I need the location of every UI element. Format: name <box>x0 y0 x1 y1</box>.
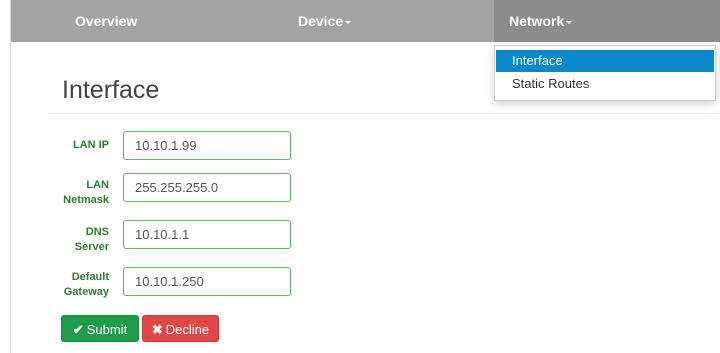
lan-netmask-label: LAN Netmask <box>45 178 109 208</box>
caret-down-icon <box>566 20 573 24</box>
submit-button[interactable]: ✔ Submit <box>61 315 139 342</box>
decline-button[interactable]: ✖ Decline <box>142 315 219 342</box>
page-title: Interface <box>62 76 160 104</box>
nav-overview[interactable]: Overview <box>75 0 137 42</box>
nav-device[interactable]: Device <box>298 0 352 42</box>
caret-down-icon <box>345 20 352 24</box>
default-gateway-label: Default Gateway <box>45 270 109 300</box>
dns-server-label-line1: DNS <box>85 226 109 238</box>
lan-netmask-label-line2: Netmask <box>63 194 109 206</box>
dns-server-input[interactable] <box>123 220 291 249</box>
network-dropdown-menu: Interface Static Routes <box>494 45 716 101</box>
lan-netmask-label-line1: LAN <box>86 179 109 191</box>
lan-ip-label: LAN IP <box>45 138 109 153</box>
default-gateway-label-line1: Default <box>71 271 109 283</box>
dropdown-item-static-routes[interactable]: Static Routes <box>496 73 714 95</box>
nav-device-label: Device <box>298 13 344 29</box>
lan-ip-input[interactable] <box>123 131 291 160</box>
check-icon: ✔ <box>72 322 84 337</box>
default-gateway-input[interactable] <box>123 267 291 296</box>
left-border <box>0 0 11 353</box>
lan-netmask-input[interactable] <box>123 173 291 202</box>
decline-button-label: Decline <box>165 322 210 337</box>
nav-network[interactable]: Network <box>509 0 573 42</box>
dns-server-label: DNS Server <box>45 225 109 255</box>
nav-overview-label: Overview <box>75 13 138 29</box>
submit-button-label: Submit <box>86 322 128 337</box>
dropdown-item-interface[interactable]: Interface <box>496 50 714 72</box>
dns-server-label-line2: Server <box>74 241 109 253</box>
default-gateway-label-line2: Gateway <box>63 286 109 298</box>
title-divider <box>48 113 720 114</box>
x-icon: ✖ <box>151 322 163 337</box>
lan-ip-label-text: LAN IP <box>72 139 109 151</box>
nav-network-label: Network <box>509 13 565 29</box>
page: Overview Device Network Interface Static… <box>0 0 720 353</box>
